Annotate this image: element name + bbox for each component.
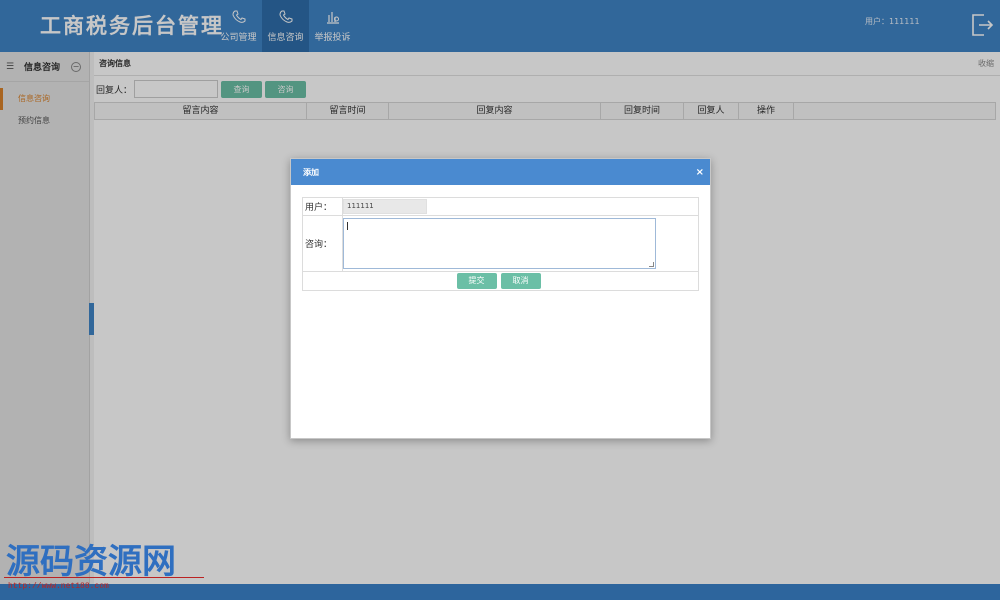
user-field[interactable]: 111111 <box>343 199 427 214</box>
consult-form: 用户： 111111 咨询： 提交 取消 <box>302 197 699 291</box>
watermark-url: http://www.net188.com <box>8 582 109 591</box>
submit-button[interactable]: 提交 <box>456 273 497 289</box>
close-icon[interactable]: × <box>696 167 704 178</box>
watermark-logo: 源码资源网 <box>6 542 176 582</box>
consult-textarea[interactable] <box>343 218 656 269</box>
watermark-underline <box>4 577 204 578</box>
form-row-user: 用户： 111111 <box>303 198 698 216</box>
dialog-title: 添加 <box>303 167 319 177</box>
user-label: 用户： <box>303 198 343 215</box>
dialog-header: 添加 × <box>291 159 710 185</box>
consult-label: 咨询： <box>303 216 343 271</box>
form-row-consult: 咨询： <box>303 216 698 272</box>
resize-handle[interactable] <box>649 262 654 267</box>
add-dialog: 添加 × 用户： 111111 咨询： 提交 取消 <box>290 158 711 439</box>
text-caret <box>347 222 348 230</box>
cancel-button[interactable]: 取消 <box>500 273 541 289</box>
form-actions: 提交 取消 <box>303 272 698 290</box>
